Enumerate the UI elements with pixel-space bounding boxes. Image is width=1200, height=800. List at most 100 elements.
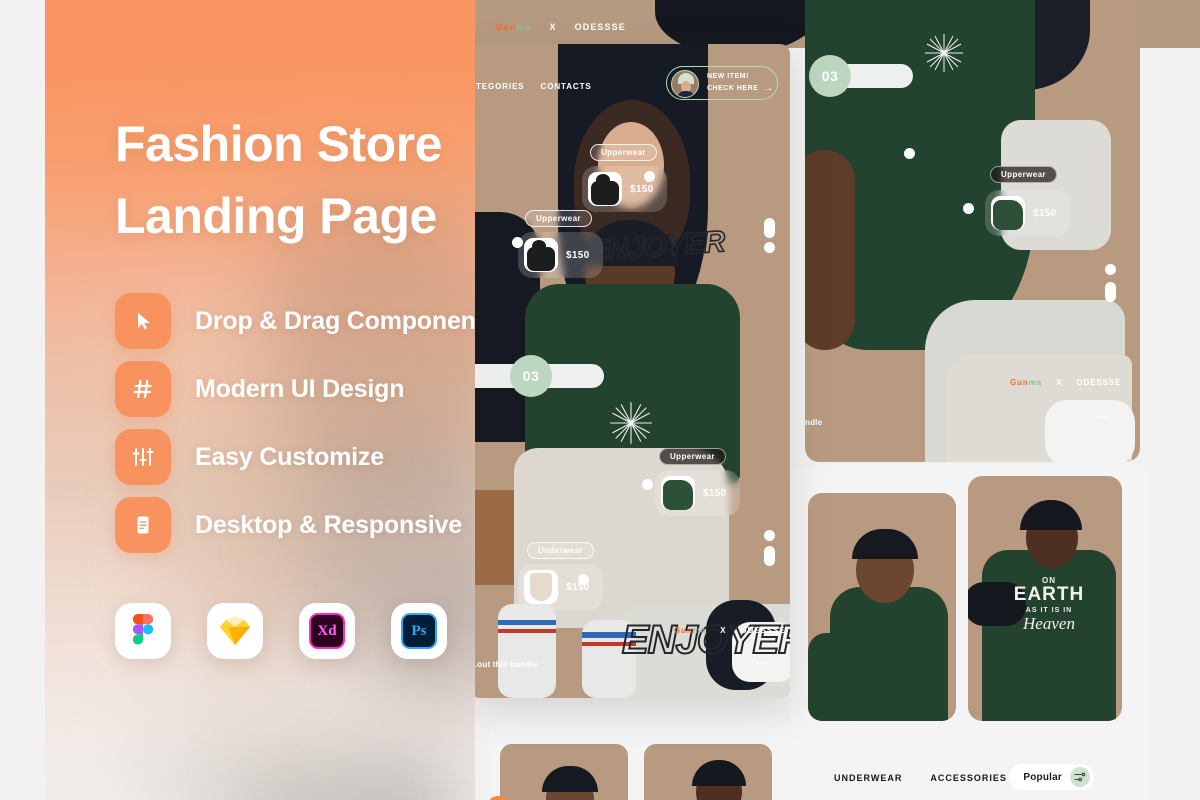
product-1-category: Upperwear xyxy=(590,144,657,161)
product-1-card[interactable]: $150 xyxy=(582,166,668,212)
feature-item-modern-ui: Modern UI Design xyxy=(115,359,475,419)
figma-icon[interactable] xyxy=(115,603,171,659)
br-category-nav: UNDERWEAR ACCESSORIES xyxy=(790,756,1150,800)
cta-line-2: CHECK HERE xyxy=(707,85,759,92)
scroll-pill-2[interactable] xyxy=(764,546,775,566)
adobe-xd-label: Xd xyxy=(317,622,337,639)
feature-item-responsive: Desktop & Responsive xyxy=(115,495,475,555)
nav-item-categories[interactable]: TEGORIES xyxy=(476,82,525,91)
main-progress-bar[interactable]: 03 xyxy=(470,355,604,397)
rt-hotspot-dot-2[interactable] xyxy=(904,148,915,159)
product-3-hotspot[interactable] xyxy=(642,479,653,490)
bc-photo-right[interactable] xyxy=(644,744,772,800)
main-hoodie-text: ENJOYER xyxy=(621,617,790,663)
bg-blur-8 xyxy=(235,770,355,800)
product-1-price: $150 xyxy=(630,183,654,195)
cta-avatar xyxy=(671,70,699,98)
scroll-dot-1[interactable] xyxy=(764,242,775,253)
product-2-hotspot[interactable] xyxy=(512,237,523,248)
main-slide-number: 03 xyxy=(510,355,552,397)
brand-collab: ODESSSE xyxy=(574,22,626,32)
scroll-pill-1[interactable] xyxy=(764,218,775,238)
main-sock-left xyxy=(498,604,556,698)
main-more-dots[interactable]: ••• xyxy=(756,658,768,668)
sliders-icon xyxy=(115,429,171,485)
nav-item-contacts[interactable]: CONTACTS xyxy=(541,82,592,91)
product-1-thumb xyxy=(588,172,622,206)
main-mockup: ENJOYER ENJOYER TEGORIES CONTACTS NEW IT… xyxy=(470,44,790,698)
nav-item-underwear[interactable]: UNDERWEAR xyxy=(834,773,902,783)
feature-list: Drop & Drag Components Modern UI Design … xyxy=(115,291,475,563)
product-4-hotspot[interactable] xyxy=(578,574,589,585)
product-3-thumb xyxy=(661,476,695,510)
sliders-icon xyxy=(1070,767,1090,787)
page-title-line-2: Landing Page xyxy=(115,188,437,244)
product-2-price: $150 xyxy=(566,249,590,261)
cta-line-1: NEW ITEM! xyxy=(707,73,749,80)
rt-bundle-text: ndle xyxy=(805,418,823,427)
sketch-icon[interactable] xyxy=(207,603,263,659)
br-photo-right[interactable]: ON EARTH AS IT IS IN Heaven xyxy=(968,476,1122,721)
rt-more-dots[interactable]: ••• xyxy=(1095,412,1109,423)
rt-brand-x: X xyxy=(1056,378,1063,387)
rt-scroll-dot[interactable] xyxy=(1105,264,1116,275)
page-title: Fashion Store Landing Page xyxy=(115,108,475,252)
main-bundle-text: ...out this bundle xyxy=(470,660,538,669)
app-icon-list: Xd Ps xyxy=(115,603,447,659)
scroll-dot-2[interactable] xyxy=(764,530,775,541)
main-brand-x: X xyxy=(720,626,727,635)
product-3-card[interactable]: $150 xyxy=(655,470,741,516)
rt-product-price: $150 xyxy=(1033,207,1057,219)
tee-line-2: EARTH xyxy=(1013,584,1085,605)
device-icon xyxy=(115,497,171,553)
brand-lockup: Gunma X ODESSSE xyxy=(495,22,626,32)
main-brand-name: Gunma xyxy=(674,626,707,635)
feature-item-easy-customize: Easy Customize xyxy=(115,427,475,487)
rt-scroll-pill[interactable] xyxy=(1105,282,1116,302)
rt-progress-bar[interactable]: 03 xyxy=(809,55,913,97)
rt-product-card[interactable]: $150 xyxy=(985,190,1071,236)
feature-item-drag-drop: Drop & Drag Components xyxy=(115,291,475,351)
rt-model-arm xyxy=(805,150,855,350)
product-3-price: $150 xyxy=(703,487,727,499)
rt-product-thumb xyxy=(991,196,1025,230)
page-title-line-1: Fashion Store xyxy=(115,116,442,172)
product-4-category: Underwear xyxy=(527,542,594,559)
tee-line-4: Heaven xyxy=(1023,614,1075,633)
nav-item-accessories[interactable]: ACCESSORIES xyxy=(930,773,1007,783)
main-brand-collab: ODESSSE xyxy=(740,626,786,635)
adobe-xd-icon[interactable]: Xd xyxy=(299,603,355,659)
product-1-hotspot[interactable] xyxy=(644,171,655,182)
right-bottom-mockup: ON EARTH AS IT IS IN Heaven UNDERWEAR AC… xyxy=(790,468,1150,800)
product-2-category: Upperwear xyxy=(525,210,592,227)
product-4-card[interactable]: $150 xyxy=(518,564,604,610)
product-2-card[interactable]: $150 xyxy=(518,232,604,278)
popular-filter-button[interactable]: Popular xyxy=(1009,764,1094,790)
feature-label-responsive: Desktop & Responsive xyxy=(195,510,462,539)
hash-icon xyxy=(115,361,171,417)
photoshop-label: Ps xyxy=(411,622,427,639)
brand-x: X xyxy=(549,22,557,32)
br-photo-left[interactable] xyxy=(808,493,956,721)
bg-blur-7 xyxy=(345,760,465,800)
rt-product-category: Upperwear xyxy=(990,166,1057,183)
main-brand-lockup: Gunma X ODESSSE xyxy=(674,626,785,635)
feature-label-drag-drop: Drop & Drag Components xyxy=(195,306,475,335)
rt-hotspot-dot[interactable] xyxy=(963,203,974,214)
product-2-thumb xyxy=(524,238,558,272)
right-top-mockup: 03 Upperwear $150 Gunma X ODESSSE ndle •… xyxy=(805,0,1140,462)
photoshop-icon[interactable]: Ps xyxy=(391,603,447,659)
rt-brand-lockup: Gunma X ODESSSE xyxy=(1010,378,1121,387)
rt-brand-name: Gunma xyxy=(1010,378,1043,387)
product-4-thumb xyxy=(524,570,558,604)
bc-photo-left[interactable] xyxy=(500,744,628,800)
arrow-right-icon: → xyxy=(763,83,774,94)
rt-brand-collab: ODESSSE xyxy=(1076,378,1122,387)
tee-line-3: AS IT IS IN xyxy=(1025,607,1073,614)
brand-name: Gunma xyxy=(495,22,532,32)
hero-panel: Fashion Store Landing Page Drop & Drag C… xyxy=(45,0,475,800)
rt-slide-number: 03 xyxy=(809,55,851,97)
new-item-cta[interactable]: NEW ITEM! CHECK HERE → xyxy=(666,66,778,100)
cursor-icon xyxy=(115,293,171,349)
model-navy-shape xyxy=(655,0,825,48)
